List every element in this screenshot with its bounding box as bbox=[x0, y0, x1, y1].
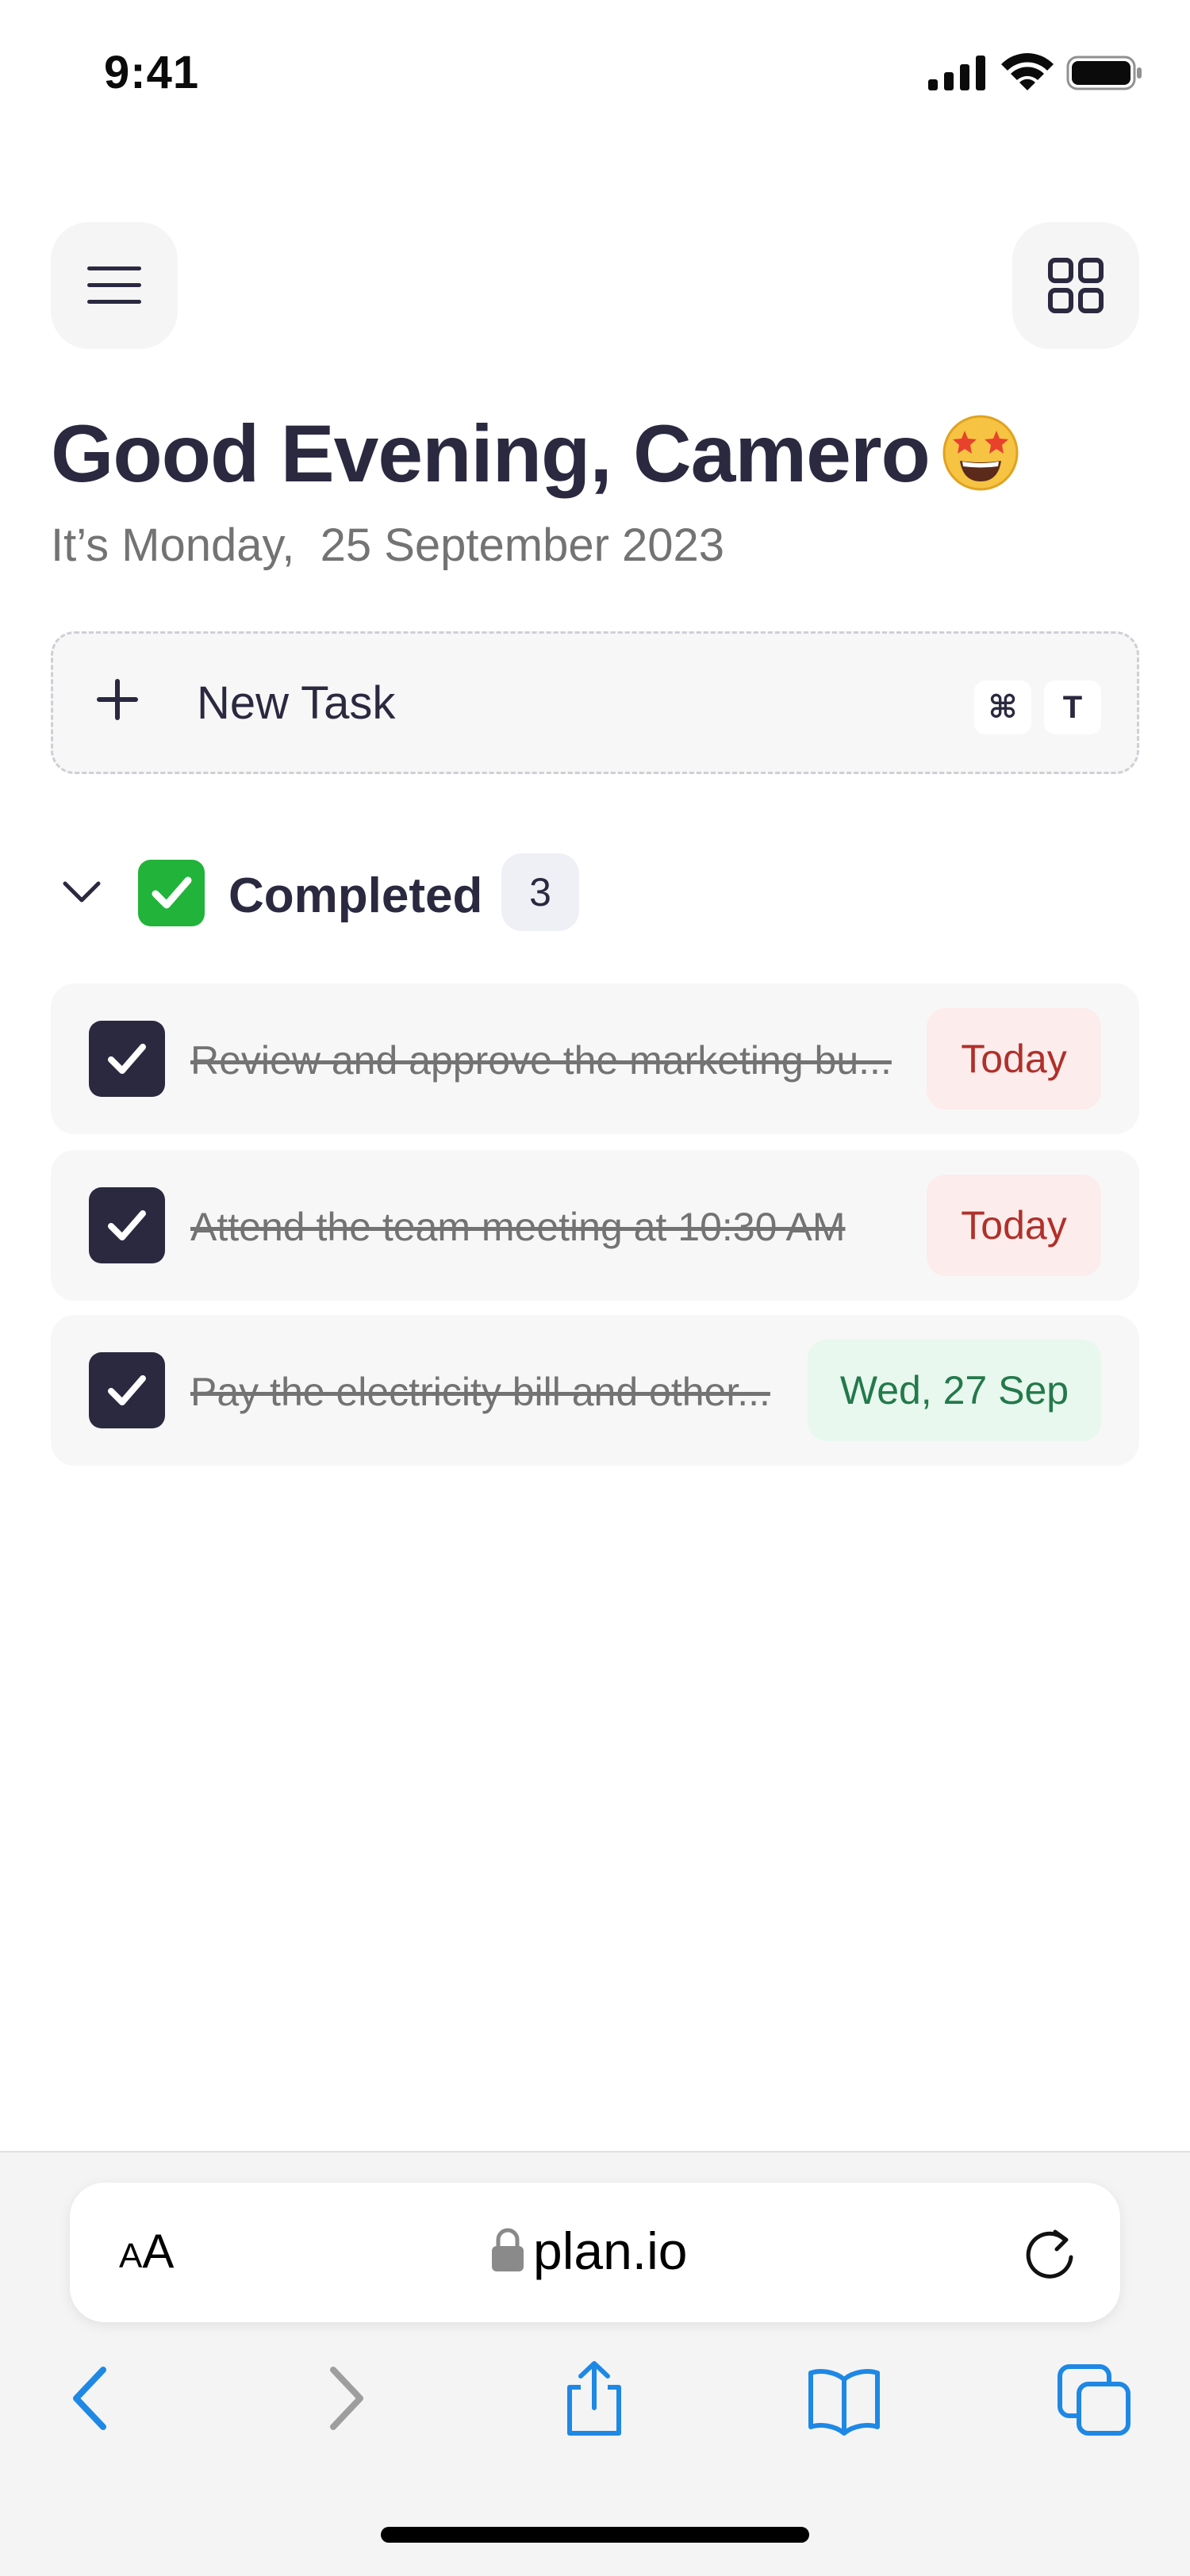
bookmarks-icon[interactable] bbox=[806, 2359, 882, 2438]
completed-section-title: Completed bbox=[228, 868, 483, 923]
status-time: 9:41 bbox=[104, 47, 200, 98]
greeting-text: Good Evening, Camero bbox=[51, 408, 931, 499]
plus-icon bbox=[97, 679, 138, 720]
forward-arrow-icon[interactable] bbox=[311, 2359, 382, 2438]
wifi-icon bbox=[1001, 53, 1054, 90]
new-task-label: New Task bbox=[197, 677, 396, 729]
check-mark-emoji-icon bbox=[138, 860, 205, 926]
task-checkbox[interactable] bbox=[89, 1187, 165, 1263]
battery-icon bbox=[1066, 56, 1142, 90]
lock-icon bbox=[492, 2228, 524, 2271]
due-date-badge: Today bbox=[927, 1175, 1101, 1276]
share-icon[interactable] bbox=[559, 2359, 630, 2438]
cellular-signal-icon bbox=[928, 56, 985, 90]
back-arrow-icon[interactable] bbox=[54, 2359, 125, 2438]
home-indicator bbox=[381, 2527, 809, 2543]
shortcut-cmd-key: ⌘ bbox=[974, 680, 1031, 734]
text-size-button[interactable]: AA bbox=[119, 2224, 174, 2279]
url-text: plan.io bbox=[533, 2221, 688, 2280]
hamburger-icon bbox=[87, 266, 141, 304]
reload-icon[interactable] bbox=[1020, 2222, 1079, 2284]
task-checkbox[interactable] bbox=[89, 1021, 165, 1097]
completed-count-badge: 3 bbox=[501, 853, 579, 931]
shortcut-t-key: T bbox=[1044, 680, 1101, 734]
date-label: It’s Monday, 25 September 2023 bbox=[51, 519, 725, 571]
task-checkbox[interactable] bbox=[89, 1352, 165, 1428]
page-title: Good Evening, Camero bbox=[51, 408, 1020, 500]
grid-icon bbox=[1048, 258, 1104, 313]
checkmark-icon bbox=[108, 1044, 146, 1074]
due-date-badge: Wed, 27 Sep bbox=[808, 1340, 1101, 1441]
checkmark-icon bbox=[108, 1375, 146, 1405]
checkmark-icon bbox=[108, 1210, 146, 1240]
chevron-down-icon[interactable] bbox=[62, 872, 102, 912]
task-text: Attend the team meeting at 10:30 AM bbox=[190, 1205, 846, 1249]
task-text: Review and approve the marketing bu... bbox=[190, 1038, 892, 1083]
menu-button[interactable] bbox=[51, 222, 178, 349]
tabs-icon[interactable] bbox=[1055, 2359, 1134, 2438]
star-struck-emoji-icon bbox=[942, 415, 1019, 491]
grid-view-button[interactable] bbox=[1012, 222, 1139, 349]
due-date-badge: Today bbox=[927, 1008, 1101, 1110]
task-text: Pay the electricity bill and other... bbox=[190, 1370, 770, 1414]
